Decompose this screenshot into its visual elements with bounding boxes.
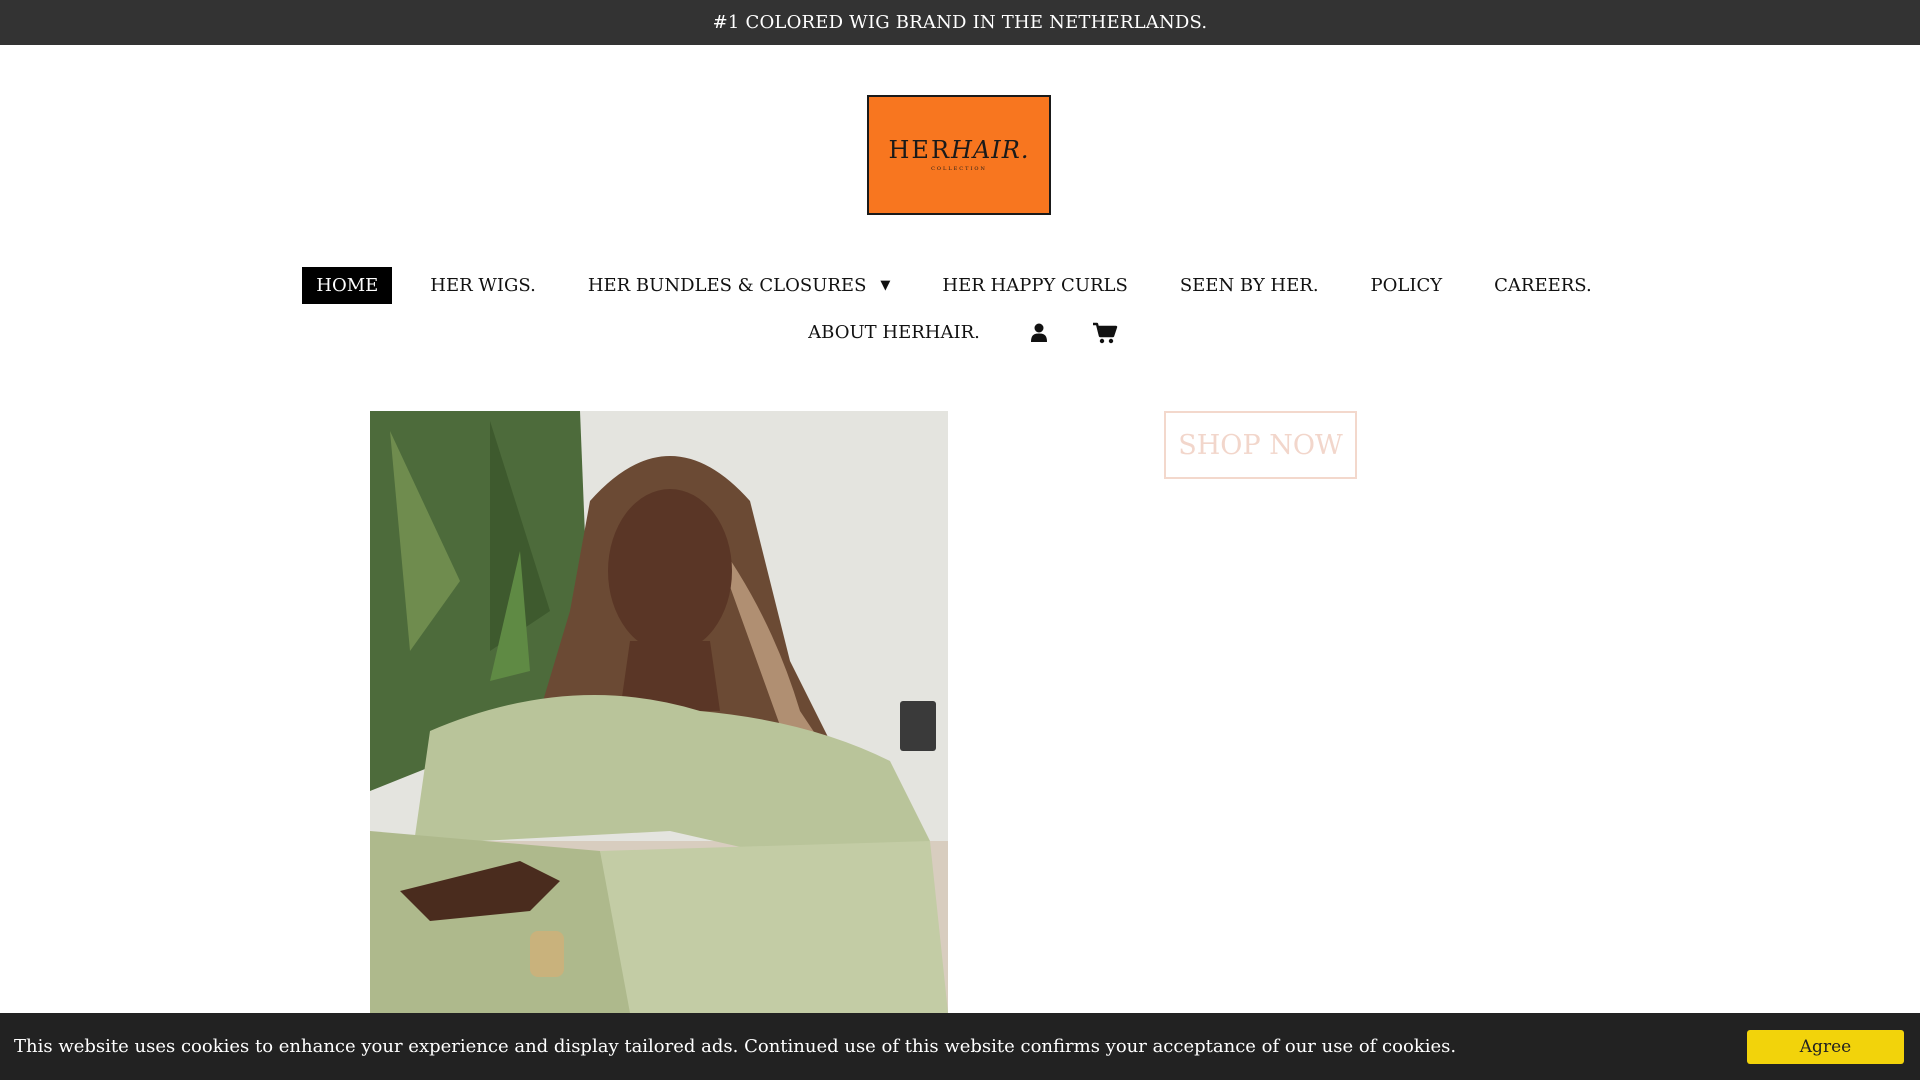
- nav-bundles-label: HER BUNDLES & CLOSURES: [587, 275, 867, 296]
- logo-hair: HAIR.: [951, 136, 1030, 164]
- announcement-bar: #1 COLORED WIG BRAND IN THE NETHERLANDS.: [0, 0, 1920, 45]
- nav-happy-curls[interactable]: HER HAPPY CURLS: [928, 267, 1141, 304]
- nav-careers[interactable]: CAREERS.: [1480, 267, 1606, 304]
- nav-bundles-closures[interactable]: HER BUNDLES & CLOSURES ▼: [574, 267, 905, 304]
- nav-seen-by-her[interactable]: SEEN BY HER.: [1166, 267, 1333, 304]
- announcement-text: #1 COLORED WIG BRAND IN THE NETHERLANDS.: [712, 12, 1208, 33]
- nav-home[interactable]: HOME: [302, 267, 393, 304]
- cart-icon[interactable]: [1090, 318, 1120, 348]
- logo-her: HER: [888, 136, 952, 164]
- chevron-down-icon: ▼: [880, 278, 891, 293]
- cookie-banner: This website uses cookies to enhance you…: [0, 1013, 1920, 1080]
- main-nav-row-2: ABOUT HERHAIR.: [0, 314, 1920, 351]
- nav-policy[interactable]: POLICY: [1357, 267, 1457, 304]
- hero-model-photo: [370, 411, 948, 1013]
- shop-now-button[interactable]: SHOP NOW: [1164, 411, 1357, 479]
- brand-logo[interactable]: HERHAIR. COLLECTION: [867, 95, 1051, 215]
- agree-button[interactable]: Agree: [1747, 1029, 1904, 1064]
- logo-subtitle: COLLECTION: [931, 166, 987, 172]
- cookie-message: This website uses cookies to enhance you…: [14, 1036, 1457, 1057]
- logo-wordmark: HERHAIR.: [889, 138, 1030, 162]
- nav-about[interactable]: ABOUT HERHAIR.: [794, 314, 994, 351]
- nav-her-wigs[interactable]: HER WIGS.: [416, 267, 550, 304]
- user-icon[interactable]: [1024, 318, 1054, 348]
- main-nav-row-1: HOME HER WIGS. HER BUNDLES & CLOSURES ▼ …: [0, 267, 1920, 304]
